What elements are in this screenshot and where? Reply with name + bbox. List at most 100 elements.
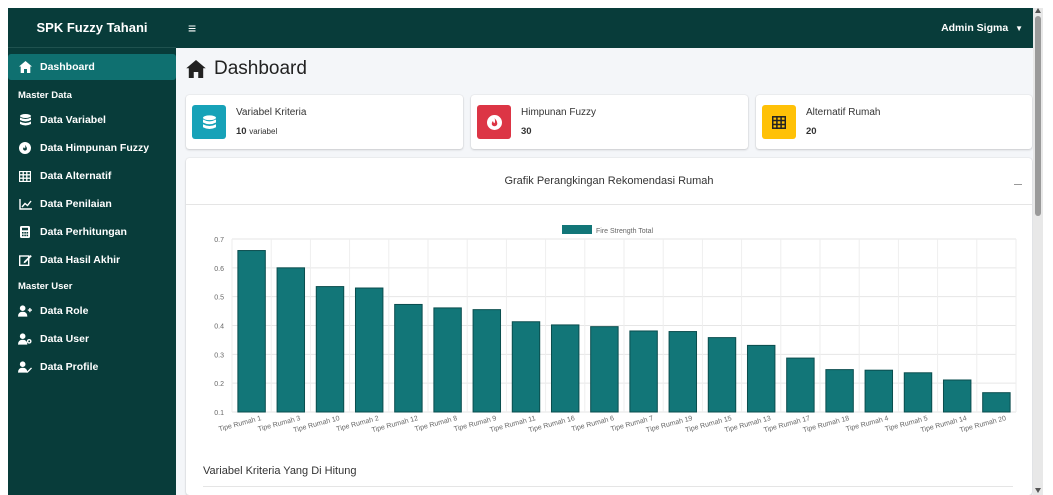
y-tick-label: 0.5 xyxy=(214,295,224,302)
user-edit-icon xyxy=(18,360,32,374)
chart-bar xyxy=(315,286,345,413)
app-frame: SPK Fuzzy Tahani Dashboard Master Data D… xyxy=(8,8,1043,495)
x-tick-label: Tipe Rumah 1 xyxy=(218,415,262,433)
page-scrollbar[interactable] xyxy=(1033,8,1043,495)
chart-card-title: Grafik Perangkingan Rekomendasi Rumah xyxy=(504,175,714,187)
user-menu[interactable]: Admin Sigma ▼ xyxy=(941,22,1023,34)
chart-bar xyxy=(550,324,580,413)
y-tick-label: 0.2 xyxy=(214,381,224,388)
y-tick-label: 0.3 xyxy=(214,352,224,359)
sidebar-item-label: Data Variabel xyxy=(40,114,106,126)
legend-swatch xyxy=(562,225,592,234)
brand-title[interactable]: SPK Fuzzy Tahani xyxy=(8,8,176,48)
y-tick-label: 0.6 xyxy=(214,266,224,273)
caret-down-icon: ▼ xyxy=(1015,24,1023,33)
scroll-down-icon[interactable] xyxy=(1035,488,1041,493)
table-icon xyxy=(762,105,796,139)
sidebar-item-label: Data Penilaian xyxy=(40,198,112,210)
chart-bar xyxy=(394,303,423,413)
legend-label: Fire Strength Total xyxy=(596,228,654,235)
divider xyxy=(203,486,1013,487)
chart-bar xyxy=(982,392,1011,413)
scroll-thumb[interactable] xyxy=(1035,16,1041,216)
chart-bar xyxy=(864,369,894,413)
info-box-alternatif-rumah: Alternatif Rumah 20 xyxy=(756,95,1032,149)
line-chart-icon xyxy=(18,197,32,211)
info-box-label: Variabel Kriteria xyxy=(236,107,307,118)
sidebar-item-label: Data Alternatif xyxy=(40,170,112,182)
chart-card: Grafik Perangkingan Rekomendasi Rumah 0.… xyxy=(186,158,1032,495)
sidebar-item-data-profile[interactable]: Data Profile xyxy=(8,354,176,380)
user-name: Admin Sigma xyxy=(941,22,1009,34)
chart-bar xyxy=(825,369,854,413)
y-tick-label: 0.1 xyxy=(214,410,224,417)
chart-bar xyxy=(354,287,384,413)
sidebar-item-label: Data Role xyxy=(40,305,89,317)
chart-bar xyxy=(903,372,933,413)
sidebar-item-data-variabel[interactable]: Data Variabel xyxy=(8,107,176,133)
sidebar: SPK Fuzzy Tahani Dashboard Master Data D… xyxy=(8,8,176,495)
user-cog-icon xyxy=(18,332,32,346)
sidebar-item-dashboard[interactable]: Dashboard xyxy=(8,54,176,80)
sidebar-item-data-user[interactable]: Data User xyxy=(8,326,176,352)
chart-bar xyxy=(433,307,462,413)
info-box-label: Alternatif Rumah xyxy=(806,107,881,118)
sidebar-item-data-alternatif[interactable]: Data Alternatif xyxy=(8,163,176,189)
collapse-icon[interactable] xyxy=(1014,184,1022,185)
section-master-data: Master Data xyxy=(18,90,72,101)
chart-bar xyxy=(786,357,815,413)
page-title-text: Dashboard xyxy=(214,58,307,79)
home-icon xyxy=(18,60,32,74)
chart-bar xyxy=(237,250,266,413)
y-tick-label: 0.4 xyxy=(214,324,224,331)
sidebar-item-label: Data User xyxy=(40,333,90,345)
info-box-value: 30 xyxy=(521,126,532,137)
sidebar-item-data-role[interactable]: Data Role xyxy=(8,298,176,324)
sidebar-item-data-perhitungan[interactable]: Data Perhitungan xyxy=(8,219,176,245)
x-tick-label: Tipe Rumah 8 xyxy=(414,415,458,433)
section-master-user: Master User xyxy=(18,281,73,292)
info-box-himpunan-fuzzy: Himpunan Fuzzy 30 xyxy=(471,95,748,149)
info-box-unit: variabel xyxy=(249,127,278,136)
chart-bar xyxy=(629,330,658,413)
y-tick-label: 0.7 xyxy=(214,237,224,244)
chart-card-header: Grafik Perangkingan Rekomendasi Rumah xyxy=(186,158,1032,205)
chart-bar xyxy=(511,321,541,413)
ranking-bar-chart: 0.1 0.2 0.3 0.4 0.5 0.6 0.7 Tipe Rumah 1 Tipe Ru… xyxy=(214,225,1017,434)
table-icon xyxy=(18,169,32,183)
sidebar-item-data-himpunan-fuzzy[interactable]: Data Himpunan Fuzzy xyxy=(8,135,176,161)
edit-icon xyxy=(18,253,32,267)
home-icon xyxy=(186,60,206,78)
info-box-label: Himpunan Fuzzy xyxy=(521,107,597,118)
database-icon xyxy=(192,105,226,139)
sidebar-item-label: Data Hasil Akhir xyxy=(40,254,121,266)
topbar: ≡ Admin Sigma ▼ xyxy=(176,8,1043,48)
chart-bar xyxy=(942,379,972,413)
chart-bar xyxy=(472,309,502,413)
chart-bar xyxy=(746,344,776,413)
sub-title: Variabel Kriteria Yang Di Hitung xyxy=(203,465,357,477)
chart-bar xyxy=(707,337,737,413)
fire-icon xyxy=(477,105,511,139)
user-plus-icon xyxy=(18,304,32,318)
chart-bar xyxy=(590,326,619,413)
sidebar-item-data-hasil-akhir[interactable]: Data Hasil Akhir xyxy=(8,247,176,273)
sidebar-item-label: Dashboard xyxy=(40,61,95,73)
x-tick-label: Tipe Rumah 6 xyxy=(571,415,615,433)
info-box-value: 20 xyxy=(806,126,817,137)
sidebar-item-data-penilaian[interactable]: Data Penilaian xyxy=(8,191,176,217)
page-title: Dashboard xyxy=(186,58,307,80)
fire-icon xyxy=(18,141,32,155)
database-icon xyxy=(18,113,32,127)
calculator-icon xyxy=(18,225,32,239)
sidebar-item-label: Data Himpunan Fuzzy xyxy=(40,142,150,154)
menu-toggle-icon[interactable]: ≡ xyxy=(188,20,196,36)
info-box-value: 10 xyxy=(236,126,247,137)
sidebar-item-label: Data Profile xyxy=(40,361,99,373)
scroll-up-icon[interactable] xyxy=(1035,8,1041,13)
x-tick-label: Tipe Rumah 4 xyxy=(845,415,889,433)
chart-bar xyxy=(276,267,306,413)
chart-bar xyxy=(668,331,698,413)
sidebar-item-label: Data Perhitungan xyxy=(40,226,127,238)
info-box-variabel-kriteria: Variabel Kriteria 10 variabel xyxy=(186,95,463,149)
